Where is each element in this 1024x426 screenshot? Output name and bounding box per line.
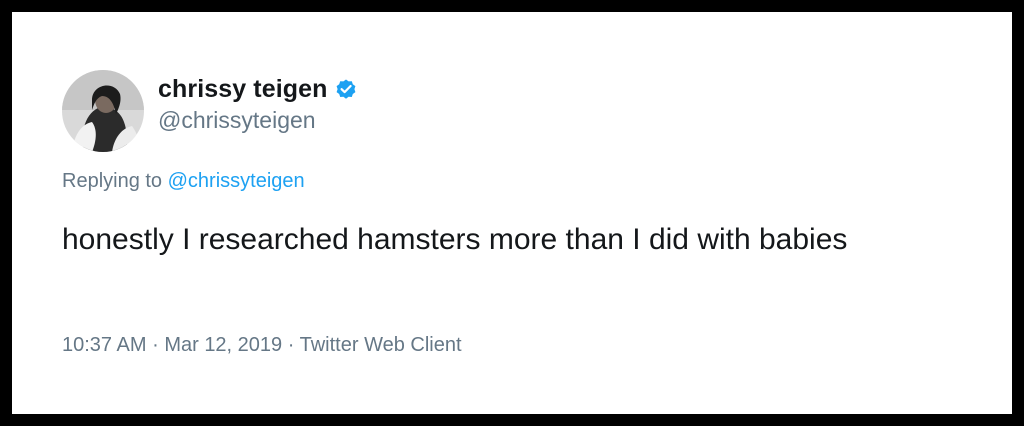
- display-name[interactable]: chrissy teigen: [158, 75, 328, 104]
- author-handle[interactable]: @chrissyteigen: [158, 107, 316, 134]
- meta-separator: ·: [287, 334, 295, 356]
- author-name-row[interactable]: chrissy teigen: [158, 74, 358, 104]
- tweet-client-link[interactable]: Twitter Web Client: [300, 334, 462, 356]
- reply-to-mention-link[interactable]: @chrissyteigen: [168, 170, 305, 192]
- avatar[interactable]: [62, 70, 144, 152]
- tweet-metadata: 10:37 AM · Mar 12, 2019 · Twitter Web Cl…: [62, 334, 462, 357]
- reply-context: Replying to @chrissyteigen: [62, 170, 305, 193]
- tweet-text: honestly I researched hamsters more than…: [62, 223, 848, 256]
- tweet-time-link[interactable]: 10:37 AM: [62, 334, 147, 356]
- profile-photo-icon: [62, 70, 144, 152]
- verified-badge-icon: [334, 77, 358, 101]
- tweet-card: chrissy teigen @chrissyteigen Replying t…: [12, 12, 1012, 414]
- meta-separator: ·: [152, 334, 159, 356]
- tweet-date-link[interactable]: Mar 12, 2019: [164, 334, 282, 356]
- reply-prefix: Replying to: [62, 170, 163, 192]
